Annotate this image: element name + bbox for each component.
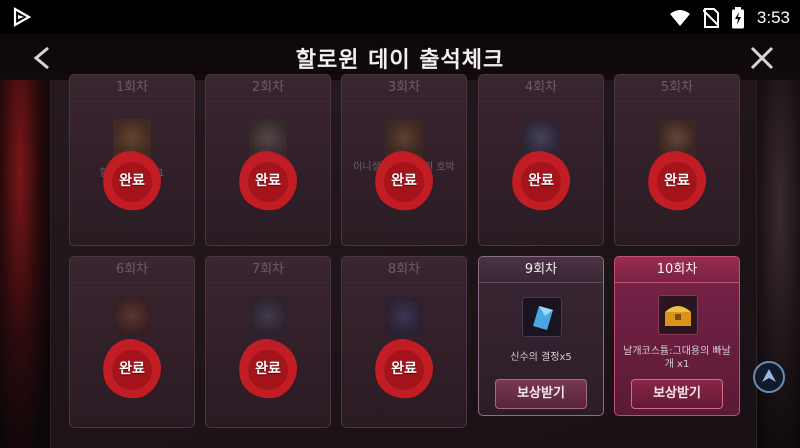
card-day-label: 9회차: [479, 257, 603, 283]
card-day-label: 5회차: [615, 75, 739, 101]
blue-crystal-icon: [533, 306, 553, 330]
attendance-card-5: 5회차 완료: [614, 74, 740, 246]
completed-label: 완료: [391, 361, 417, 377]
completed-label: 완료: [528, 173, 554, 189]
card-day-label: 10회차: [615, 257, 739, 283]
claim-reward-button[interactable]: 보상받기: [631, 379, 723, 409]
card-item-name: 신수의 결정x5: [510, 352, 572, 363]
battery-charging-icon: [731, 7, 744, 29]
card-icon: [385, 297, 423, 335]
clock: 3:53: [756, 8, 790, 27]
attendance-panel: 1회차 할로윈 상자 x1 완료 2회차 호박 펫 x1 완료 3회차 이니셜 …: [50, 74, 757, 448]
completed-label: 완료: [119, 361, 145, 377]
completed-label: 완료: [255, 173, 281, 189]
card-day-label: 3회차: [342, 75, 466, 101]
page-title: 할로윈 데이 출석체크: [295, 48, 505, 73]
card-day-label: 8회차: [342, 257, 466, 283]
completed-label: 완료: [664, 173, 690, 189]
scroll-up-icon[interactable]: [752, 360, 786, 394]
close-icon[interactable]: [746, 42, 778, 74]
attendance-card-6: 6회차 완료: [69, 256, 195, 428]
attendance-card-2: 2회차 호박 펫 x1 완료: [205, 74, 331, 246]
wifi-icon: [669, 10, 690, 26]
card-day-label: 1회차: [70, 75, 194, 101]
stone-icon: [249, 297, 287, 335]
attendance-card-7: 7회차 완료: [205, 256, 331, 428]
crystal-icon: [522, 297, 562, 337]
attendance-card-1: 1회차 할로윈 상자 x1 완료: [69, 74, 195, 246]
no-sim-icon: [702, 8, 719, 28]
attendance-card-10: 10회차 날개코스튬:그대용의 빠날개 x1 보상받기: [614, 256, 740, 416]
completed-label: 완료: [119, 173, 145, 189]
card-day-label: 4회차: [479, 75, 603, 101]
attendance-card-9: 9회차 신수의 결정x5 보상받기: [478, 256, 604, 416]
completed-label: 완료: [255, 361, 281, 377]
app-notification-icon: [13, 7, 32, 27]
attendance-card-4: 4회차 완료: [478, 74, 604, 246]
orb-icon: [113, 297, 151, 335]
card-day-label: 7회차: [206, 257, 330, 283]
side-art-left: [0, 80, 50, 448]
status-bar: 3:53: [0, 0, 800, 34]
claim-reward-button[interactable]: 보상받기: [495, 379, 587, 409]
completed-label: 완료: [391, 173, 417, 189]
chest-icon: [658, 295, 698, 335]
attendance-card-8: 8회차 완료: [341, 256, 467, 428]
card-day-label: 2회차: [206, 75, 330, 101]
card-day-label: 6회차: [70, 257, 194, 283]
golden-chest-icon: [665, 306, 691, 326]
attendance-card-3: 3회차 이니셜 치장 할로윈 호박 완료: [341, 74, 467, 246]
card-item-name: 날개코스튬:그대용의 빠날개 x1: [623, 346, 731, 370]
